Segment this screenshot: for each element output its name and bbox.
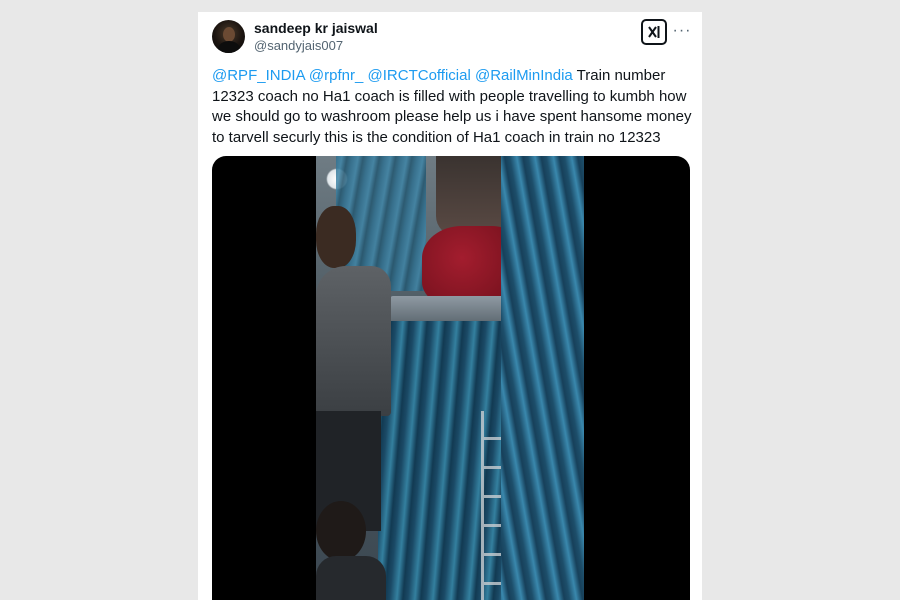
tweet-card: sandeep kr jaiswal @sandyjais007 ··· @RP… (198, 12, 702, 600)
child-head (316, 501, 366, 561)
passenger (436, 156, 506, 236)
grok-button[interactable] (641, 19, 667, 45)
mention-link[interactable]: @rpfnr_ (309, 67, 363, 84)
tweet-text: @RPF_INDIA @rpfnr_ @IRCTCofficial @RailM… (212, 66, 696, 148)
curtain (501, 156, 584, 600)
more-button[interactable]: ··· (672, 21, 692, 41)
avatar[interactable] (212, 20, 245, 53)
passenger (316, 266, 391, 416)
author-handle[interactable]: @sandyjais007 (254, 38, 343, 53)
mention-link[interactable]: @RPF_INDIA (212, 67, 305, 84)
child (316, 556, 386, 600)
video-player[interactable] (316, 156, 584, 600)
grok-icon (648, 26, 660, 38)
mention-link[interactable]: @RailMinIndia (475, 67, 573, 84)
avatar-body (218, 41, 240, 53)
avatar-face (223, 27, 235, 42)
passenger-head (316, 206, 356, 268)
more-icon: ··· (672, 22, 692, 39)
mention-link[interactable]: @IRCTCofficial (368, 67, 471, 84)
media-container[interactable] (212, 156, 690, 600)
author-display-name[interactable]: sandeep kr jaiswal (254, 20, 378, 36)
